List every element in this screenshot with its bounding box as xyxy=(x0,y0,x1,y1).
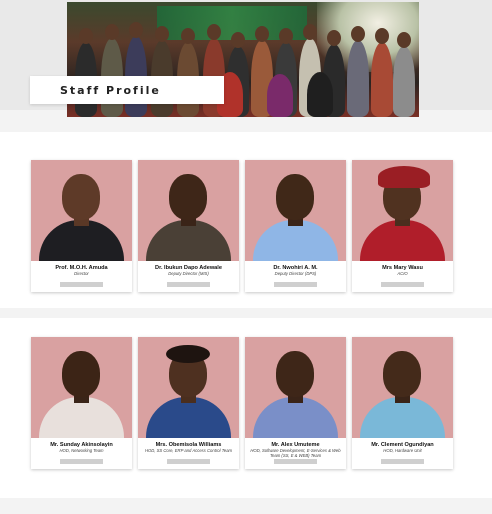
view-profile-button[interactable] xyxy=(381,282,424,287)
staff-role: HOD, Hardware Unit xyxy=(383,447,422,453)
page-title-box: Staff Profile xyxy=(30,76,224,104)
page-footer-band xyxy=(0,498,492,514)
view-profile-button[interactable] xyxy=(60,282,103,287)
staff-photo xyxy=(138,160,239,261)
staff-card[interactable]: Mr. Sunday Akinsolayin HOD, Networking T… xyxy=(31,337,132,469)
staff-card[interactable]: Mrs Mary Wasu ACIO xyxy=(352,160,453,292)
section-divider xyxy=(0,308,492,318)
view-profile-button[interactable] xyxy=(381,459,424,464)
view-profile-button[interactable] xyxy=(167,459,210,464)
staff-role: Deputy Director (DPS) xyxy=(274,270,317,276)
view-profile-button[interactable] xyxy=(60,459,103,464)
staff-photo xyxy=(352,337,453,438)
staff-card[interactable]: Mr. Alex Umuteme HOD, Software Developme… xyxy=(245,337,346,469)
staff-photo xyxy=(245,337,346,438)
staff-card[interactable]: Mr. Clement Ogundiyan HOD, Hardware Unit xyxy=(352,337,453,469)
staff-photo xyxy=(352,160,453,261)
staff-card[interactable]: Mrs. Obemisola Williams HOD, SS Core, ER… xyxy=(138,337,239,469)
staff-role: Director xyxy=(74,270,89,276)
staff-role: ACIO xyxy=(397,270,408,276)
view-profile-button[interactable] xyxy=(167,282,210,287)
staff-card[interactable]: Dr. Nwohiri A. M. Deputy Director (DPS) xyxy=(245,160,346,292)
page-title: Staff Profile xyxy=(60,83,161,97)
staff-card[interactable]: Prof. M.O.H. Amuda Director xyxy=(31,160,132,292)
staff-role: HOD, Networking Team xyxy=(59,447,104,453)
staff-role: HOD, SS Core, ERP and Access Control Tea… xyxy=(144,447,233,453)
staff-role: HOD, Software Development, E-Services & … xyxy=(250,447,341,458)
view-profile-button[interactable] xyxy=(274,282,317,287)
staff-card[interactable]: Dr. Ibukun Dapo Adewale Deputy Director … xyxy=(138,160,239,292)
staff-photo xyxy=(138,337,239,438)
staff-photo xyxy=(31,160,132,261)
staff-photo xyxy=(31,337,132,438)
view-profile-button[interactable] xyxy=(274,459,317,464)
staff-photo xyxy=(245,160,346,261)
staff-role: Deputy Director (MIS) xyxy=(168,270,209,276)
